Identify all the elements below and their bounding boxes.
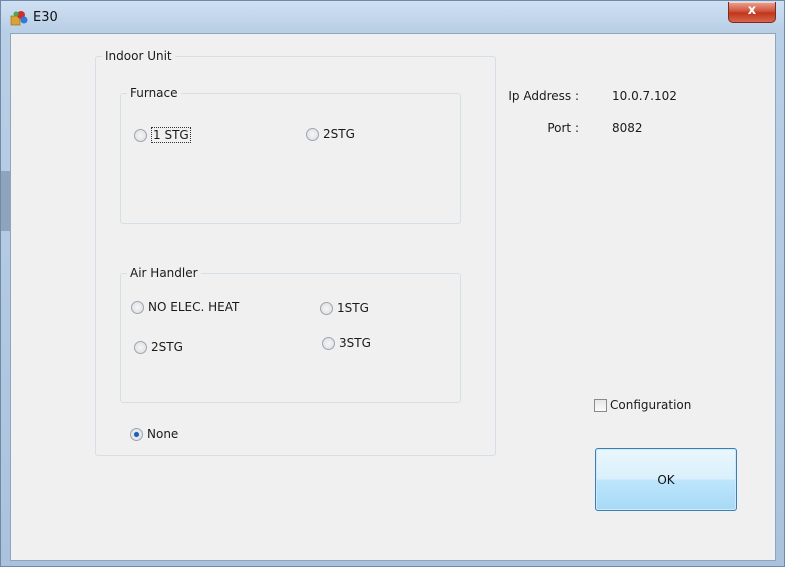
ip-address-label: Ip Address :: [508, 89, 579, 103]
dialog-body: Indoor Unit Furnace 1 STG 2STG Air Handl…: [10, 33, 776, 561]
radio-circle[interactable]: [306, 127, 319, 141]
ip-address-value: 10.0.7.102: [612, 89, 677, 103]
radio-circle[interactable]: [131, 300, 144, 314]
indoor-unit-label: Indoor Unit: [102, 49, 175, 63]
radio-air-handler-1stg[interactable]: 1STG: [320, 301, 369, 315]
radio-circle[interactable]: [134, 340, 147, 354]
radio-label: 2STG: [323, 127, 355, 141]
radio-air-handler-3stg[interactable]: 3STG: [322, 336, 371, 350]
port-value: 8082: [612, 121, 643, 135]
radio-label: NO ELEC. HEAT: [148, 300, 240, 314]
window-title: E30: [33, 10, 58, 25]
radio-label: 1 STG: [151, 127, 191, 143]
radio-circle-selected[interactable]: [130, 427, 143, 441]
close-button[interactable]: x: [728, 2, 776, 23]
radio-none[interactable]: None: [130, 427, 178, 441]
air-handler-group: Air Handler NO ELEC. HEAT 1STG 2STG 3STG: [120, 266, 461, 403]
app-icon: [10, 11, 28, 26]
title-bar[interactable]: E30 x: [1, 1, 784, 33]
dialog-window: E30 x Indoor Unit Furnace 1 STG 2STG Air…: [0, 0, 785, 567]
radio-circle[interactable]: [322, 336, 335, 350]
radio-label: None: [147, 427, 179, 441]
radio-label: 2STG: [151, 340, 183, 354]
furnace-label: Furnace: [127, 86, 181, 100]
radio-furnace-1stg[interactable]: 1 STG: [134, 127, 191, 143]
radio-air-handler-2stg[interactable]: 2STG: [134, 340, 183, 354]
radio-label: 3STG: [339, 336, 371, 350]
radio-furnace-2stg[interactable]: 2STG: [306, 127, 355, 141]
radio-label: 1STG: [337, 301, 369, 315]
ok-button[interactable]: OK: [595, 448, 737, 511]
indoor-unit-group: Indoor Unit Furnace 1 STG 2STG Air Handl…: [95, 49, 496, 456]
window-edge-strip: [1, 171, 10, 231]
checkbox-box[interactable]: [594, 398, 607, 412]
configuration-checkbox[interactable]: Configuration: [594, 398, 691, 412]
close-icon: x: [747, 3, 757, 18]
furnace-group: Furnace 1 STG 2STG: [120, 86, 461, 224]
radio-air-handler-no-elec-heat[interactable]: NO ELEC. HEAT: [131, 300, 239, 314]
port-label: Port :: [547, 121, 579, 135]
radio-circle[interactable]: [134, 128, 147, 142]
radio-circle[interactable]: [320, 301, 333, 315]
air-handler-label: Air Handler: [127, 266, 201, 280]
configuration-label: Configuration: [610, 398, 692, 412]
